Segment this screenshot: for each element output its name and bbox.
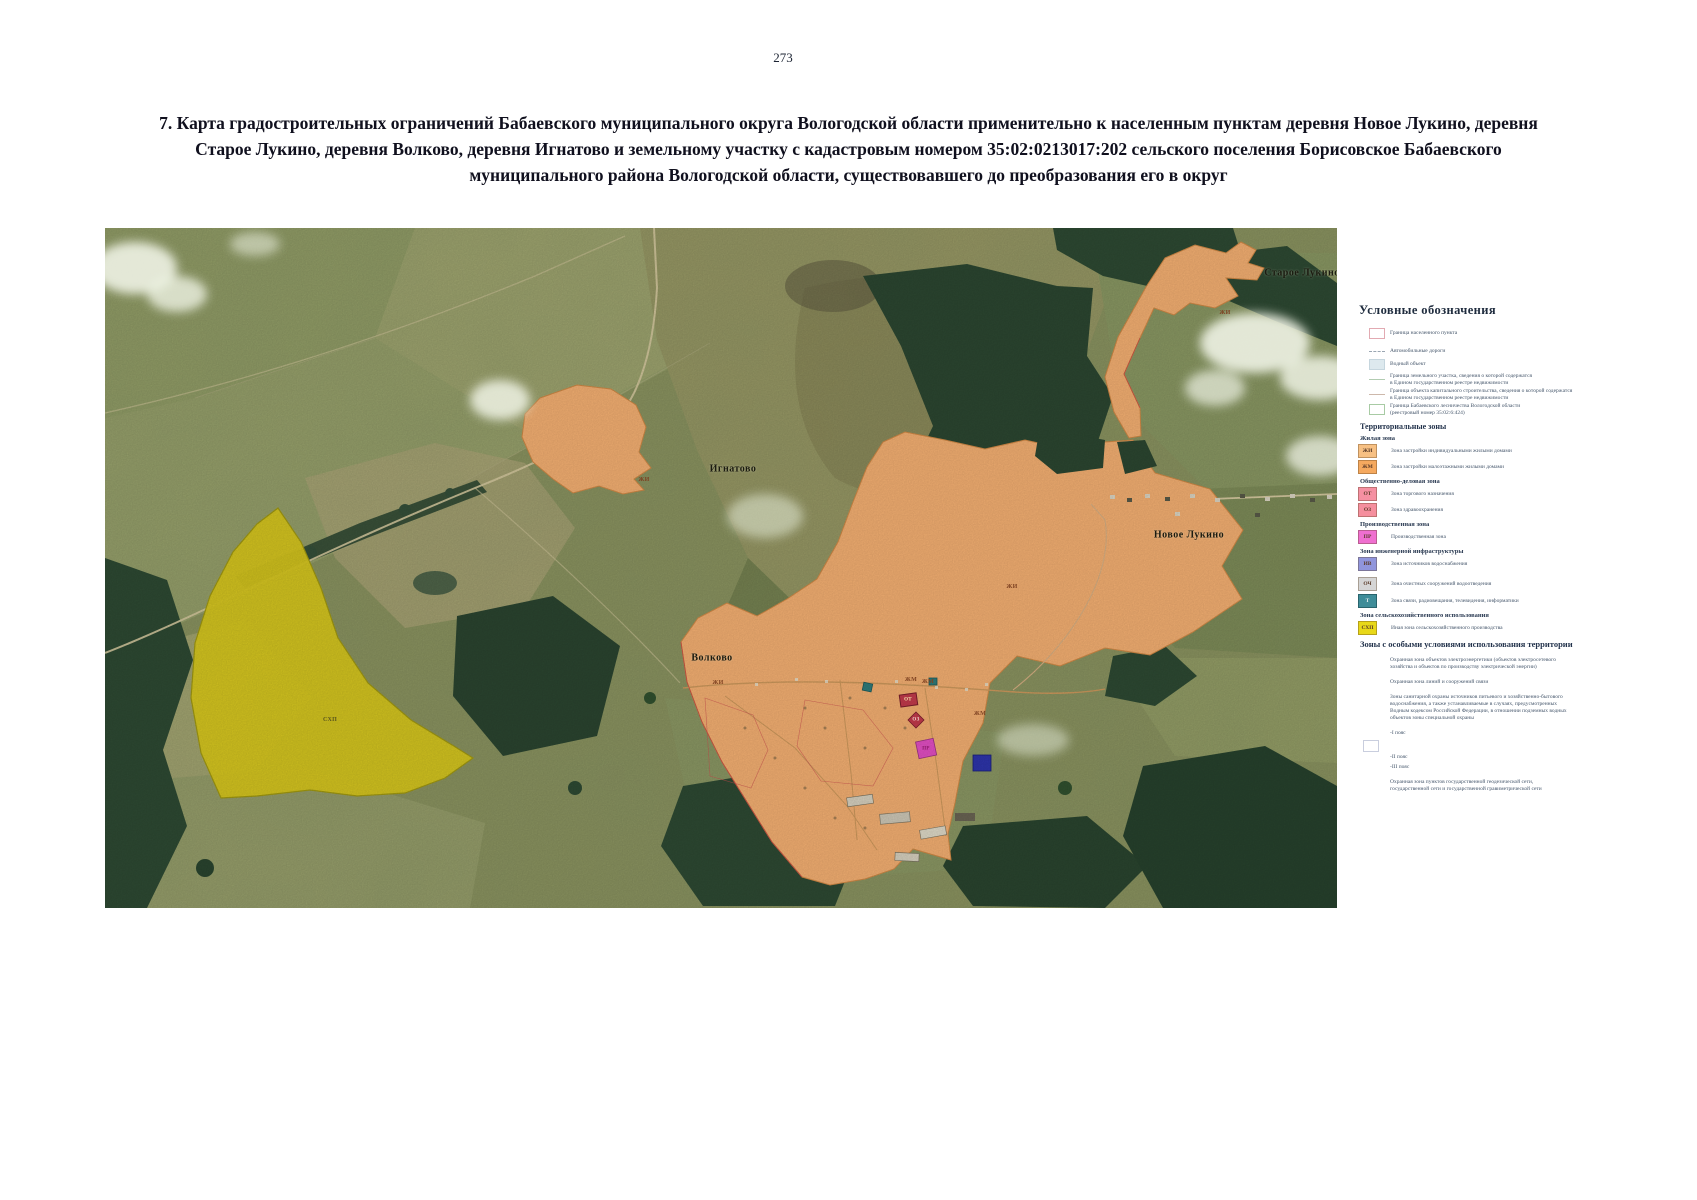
satellite-map: Старое Лукино Игнатово Волково Новое Лук… bbox=[105, 228, 1337, 908]
zone-code-mark: ЖМ bbox=[974, 711, 986, 717]
legend-zone-item: ИВ Зона источников водоснабжения bbox=[1355, 557, 1665, 571]
zone-swatch: ОЗ bbox=[1358, 503, 1377, 517]
special-item: -I пояс bbox=[1355, 730, 1665, 737]
map-imagery bbox=[105, 228, 1337, 908]
zone-code-mark: ЖИ bbox=[1219, 310, 1230, 316]
special-item: -III пояс bbox=[1355, 764, 1665, 771]
place-label-volkovo: Волково bbox=[691, 653, 732, 664]
zone-code-mark: ЖИ bbox=[712, 680, 723, 686]
legend-zone-item: СХП Иная зона сельскохозяйственного прои… bbox=[1355, 621, 1665, 635]
zone-code-mark: ОТ bbox=[904, 698, 912, 703]
legend-zone-item: ПР Производственная зона bbox=[1355, 530, 1665, 544]
zone-swatch: ЖИ bbox=[1358, 444, 1377, 458]
legend-zone-item: ЖМ Зона застройки малоэтажными жилыми до… bbox=[1355, 460, 1665, 474]
zone-swatch: ОЧ bbox=[1358, 577, 1377, 591]
group-heading: Жилая зона bbox=[1355, 435, 1665, 442]
scan-grain bbox=[105, 228, 1337, 908]
zone-code-mark: ЖИ bbox=[1006, 584, 1017, 590]
legend-zone-item: Т Зона связи, радиовещания, телевидения,… bbox=[1355, 594, 1665, 608]
zone-code-mark: ОЗ bbox=[912, 718, 919, 723]
group-heading: Зона инженерной инфраструктуры bbox=[1355, 548, 1665, 555]
zone-swatch: Т bbox=[1358, 594, 1377, 608]
zone-code-mark: СХП bbox=[323, 717, 337, 723]
special-item: Охранная зона объектов электроэнергетики… bbox=[1355, 657, 1665, 671]
place-label-staroe-lukino: Старое Лукино bbox=[1264, 268, 1337, 279]
legend-zone-item: ОТ Зона торгового назначения bbox=[1355, 487, 1665, 501]
territorial-zones-heading: Территориальные зоны bbox=[1355, 422, 1665, 431]
legend-title: Условные обозначения bbox=[1355, 303, 1665, 318]
legend-zone-item: ОЧ Зона очистных сооружений водоотведени… bbox=[1355, 577, 1665, 591]
zone-swatch: ЖМ bbox=[1358, 460, 1377, 474]
zone-code-mark: ЖИ bbox=[638, 477, 649, 483]
zone-swatch: ПР bbox=[1358, 530, 1377, 544]
legend-item: Граница объекта капитального строительст… bbox=[1355, 388, 1665, 401]
forestry-boundary-symbol bbox=[1369, 404, 1385, 415]
page-title: 7. Карта градостроительных ограничений Б… bbox=[0, 110, 1697, 188]
place-label-novoe-lukino: Новое Лукино bbox=[1154, 530, 1224, 541]
special-item: Зоны санитарной охраны источников питьев… bbox=[1355, 694, 1665, 722]
belt-ii-symbol bbox=[1363, 740, 1379, 752]
zone-code-mark: ПР bbox=[922, 747, 930, 752]
legend-item: Граница Бабаевского лесничества Вологодс… bbox=[1355, 403, 1665, 416]
group-heading: Производственная зона bbox=[1355, 521, 1665, 528]
special-zones-heading: Зоны с особыми условиями использования т… bbox=[1355, 639, 1665, 649]
page-number: 273 bbox=[733, 50, 833, 66]
zone-swatch: ИВ bbox=[1358, 557, 1377, 571]
group-heading: Общественно-деловая зона bbox=[1355, 478, 1665, 485]
place-label-ignatovo: Игнатово bbox=[710, 464, 757, 475]
legend-item: Автомобильные дороги bbox=[1355, 345, 1665, 358]
zone-swatch: СХП bbox=[1358, 621, 1377, 635]
document-page: 273 7. Карта градостроительных ограничен… bbox=[0, 0, 1697, 1200]
construction-boundary-symbol bbox=[1369, 394, 1385, 395]
parcel-boundary-symbol bbox=[1369, 379, 1385, 380]
legend-item: Водный объект bbox=[1355, 358, 1665, 371]
map-legend: Условные обозначения Граница населенного… bbox=[1355, 303, 1665, 793]
legend-item: Граница населенного пункта bbox=[1355, 327, 1665, 340]
legend-zone-item: ЖИ Зона застройки индивидуальными жилыми… bbox=[1355, 444, 1665, 458]
legend-zone-item: ОЗ Зона здравоохранения bbox=[1355, 503, 1665, 517]
water-object-symbol bbox=[1369, 359, 1385, 370]
legend-item: Граница земельного участка, сведения о к… bbox=[1355, 373, 1665, 386]
special-item: Охранная зона линий и сооружений связи bbox=[1355, 679, 1665, 686]
zone-code-mark: ЖМ bbox=[922, 679, 934, 685]
special-item: Охранная зона пунктов государственной ге… bbox=[1355, 779, 1665, 793]
road-symbol bbox=[1369, 351, 1385, 352]
zone-swatch: ОТ bbox=[1358, 487, 1377, 501]
group-heading: Зона сельскохозяйственного использования bbox=[1355, 612, 1665, 619]
zone-code-mark: ЖМ bbox=[905, 677, 917, 683]
special-item: -II пояс bbox=[1355, 740, 1665, 761]
settlement-boundary-symbol bbox=[1369, 328, 1385, 339]
